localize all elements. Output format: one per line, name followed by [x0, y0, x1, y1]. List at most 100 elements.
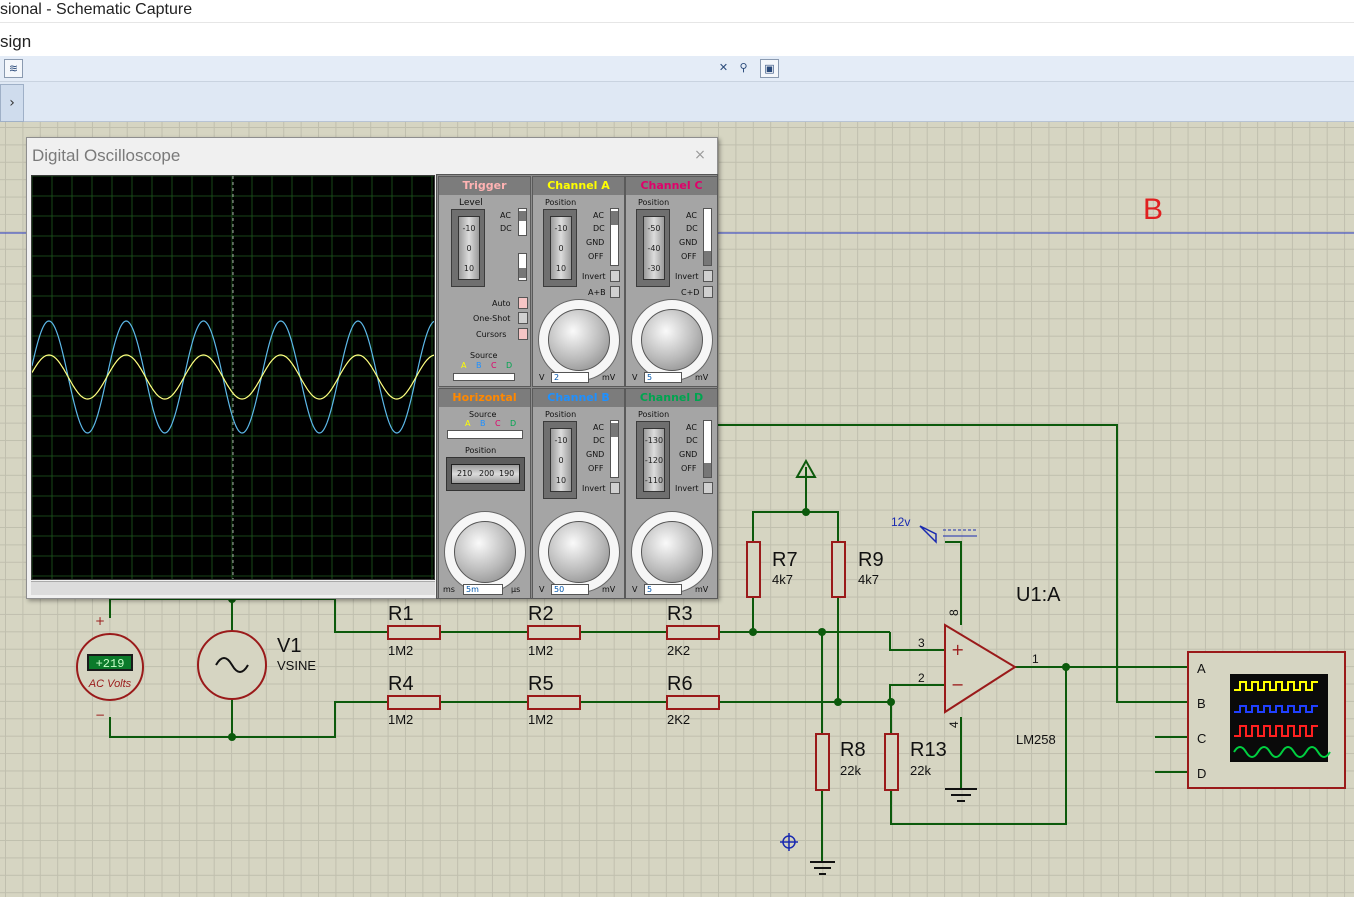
channel-b-invert-toggle[interactable] — [610, 482, 620, 494]
channel-c-position-control[interactable]: -50 -40 -30 — [636, 209, 670, 287]
r1-value: 1M2 — [388, 643, 413, 658]
trigger-oneshot-toggle[interactable] — [518, 312, 528, 324]
channel-c-invert-toggle[interactable] — [703, 270, 713, 282]
trigger-header: Trigger — [439, 177, 530, 195]
crosshair-marker — [780, 833, 798, 851]
channel-a-coupling-slider[interactable] — [610, 208, 619, 266]
r13-ref: R13 — [910, 739, 947, 761]
channel-d-position-control[interactable]: -130 -120 -110 — [636, 421, 670, 499]
r6-ref: R6 — [667, 673, 693, 695]
voltmeter-reading: +219 — [96, 657, 125, 671]
channel-b-header: Channel B — [533, 389, 624, 407]
design-tab-fragment[interactable]: sign — [0, 32, 31, 52]
trigger-edge-switch[interactable] — [518, 253, 527, 281]
close-icon[interactable]: × — [686, 143, 714, 167]
channel-a-value[interactable]: 2 — [551, 372, 589, 383]
pin-4: 4 — [947, 721, 961, 728]
trigger-cursors-toggle[interactable] — [518, 328, 528, 340]
r4-ref: R4 — [388, 673, 414, 695]
channel-c-mix-toggle[interactable] — [703, 286, 713, 298]
schematic-icon[interactable]: ≋ — [4, 59, 23, 78]
channel-a-volts-knob[interactable] — [548, 309, 610, 371]
title-bar: sional - Schematic Capture — [0, 0, 1354, 22]
channel-b-off: OFF — [588, 464, 604, 473]
horizontal-source-slider[interactable] — [447, 430, 523, 439]
channel-d-volts-knob[interactable] — [641, 521, 703, 583]
horizontal-header: Horizontal — [439, 389, 530, 407]
r6-value: 2K2 — [667, 712, 690, 727]
channel-d-value[interactable]: 5 — [644, 584, 682, 595]
ac-voltmeter[interactable]: +219 AC Volts + − — [76, 614, 144, 722]
channel-d-coupling-slider[interactable] — [703, 420, 712, 478]
r7-ref: R7 — [772, 549, 798, 571]
channel-a-unit-v: V — [539, 373, 545, 382]
channel-a-invert-label: Invert — [582, 272, 606, 281]
opamp-u1a[interactable]: + − 3 2 1 8 4 U1:A LM258 — [918, 584, 1061, 747]
channel-a-position-control[interactable]: -10 0 10 — [543, 209, 577, 287]
channel-b-dc: DC — [593, 436, 605, 445]
horizontal-source-c[interactable]: C — [495, 419, 501, 428]
v1-ref: V1 — [277, 635, 301, 657]
scope-resize-bar[interactable] — [31, 581, 435, 595]
channel-b-value[interactable]: 50 — [551, 584, 589, 595]
horizontal-position-control[interactable]: 210 200 190 — [446, 457, 525, 491]
channel-a-invert-toggle[interactable] — [610, 270, 620, 282]
x-tool-icon[interactable]: ✕ — [714, 59, 733, 78]
channel-b-volts-knob[interactable] — [548, 521, 610, 583]
horizontal-source-b[interactable]: B — [480, 419, 486, 428]
r13-value: 22k — [910, 763, 931, 778]
ground-symbols — [810, 788, 977, 875]
trigger-source-d[interactable]: D — [506, 361, 512, 370]
opamp-plus: + — [951, 640, 964, 659]
channel-d-invert-toggle[interactable] — [703, 482, 713, 494]
channel-d-position-label: Position — [638, 410, 670, 419]
channel-d-off: OFF — [681, 464, 697, 473]
horizontal-source-d[interactable]: D — [510, 419, 516, 428]
horizontal-value[interactable]: 5m — [463, 584, 503, 595]
channel-a-mix-toggle[interactable] — [610, 286, 620, 298]
r5-ref: R5 — [528, 673, 554, 695]
channel-c-value[interactable]: 5 — [644, 372, 682, 383]
horizontal-source-a[interactable]: A — [465, 419, 470, 428]
channel-c-volts-knob[interactable] — [641, 309, 703, 371]
schematic-sheet[interactable]: B R1 1M2 R2 1M2 R3 2K2 R4 1M2 R5 1M2 R6 … — [0, 122, 1354, 897]
channel-c-gnd: GND — [679, 238, 698, 247]
horizontal-panel: Horizontal Source A B C D Position 210 2… — [438, 388, 531, 599]
oscilloscope-window[interactable]: Digital Oscilloscope × Trigger Level -10… — [26, 137, 718, 599]
horizontal-time-knob[interactable] — [454, 521, 516, 583]
trigger-source-slider[interactable] — [453, 373, 515, 381]
channel-b-position-control[interactable]: -10 0 10 — [543, 421, 577, 499]
v1-source[interactable]: V1 VSINE — [197, 630, 316, 700]
channel-a-position-label: Position — [545, 198, 577, 207]
r8-value: 22k — [840, 763, 861, 778]
trigger-source-a[interactable]: A — [461, 361, 466, 370]
power-terminal-top[interactable] — [795, 458, 817, 479]
trigger-source-c[interactable]: C — [491, 361, 497, 370]
r2-value: 1M2 — [528, 643, 553, 658]
r3-ref: R3 — [667, 603, 693, 625]
trigger-level-control[interactable]: -10 0 10 — [451, 209, 485, 287]
trigger-dc-label: DC — [500, 224, 512, 233]
trigger-coupling-switch[interactable] — [518, 208, 527, 236]
scope-block[interactable]: A B C D — [1187, 651, 1346, 789]
horizontal-unit-us: µs — [511, 585, 521, 594]
channel-d-panel: Channel D Position -130 -120 -110 AC DC … — [625, 388, 718, 599]
channel-c-coupling-slider[interactable] — [703, 208, 712, 266]
pin-8: 8 — [947, 609, 961, 616]
channel-c-dc: DC — [686, 224, 698, 233]
r5-value: 1M2 — [528, 712, 553, 727]
r2-ref: R2 — [528, 603, 554, 625]
scope-graticule — [31, 175, 435, 579]
channel-b-coupling-slider[interactable] — [610, 420, 619, 478]
close-tab-icon[interactable]: › — [0, 84, 24, 122]
search-tool-icon[interactable]: ⚲ — [734, 59, 753, 78]
trigger-ac-label: AC — [500, 211, 511, 220]
net-label-b[interactable]: B — [1143, 193, 1163, 226]
supply-12v[interactable]: 12v — [891, 515, 977, 544]
trigger-auto-toggle[interactable] — [518, 297, 528, 309]
r7-value: 4k7 — [772, 572, 793, 587]
trigger-source-b[interactable]: B — [476, 361, 482, 370]
channel-c-unit-mv: mV — [695, 373, 709, 382]
doc-icon[interactable]: ▣ — [760, 59, 779, 78]
r3-value: 2K2 — [667, 643, 690, 658]
